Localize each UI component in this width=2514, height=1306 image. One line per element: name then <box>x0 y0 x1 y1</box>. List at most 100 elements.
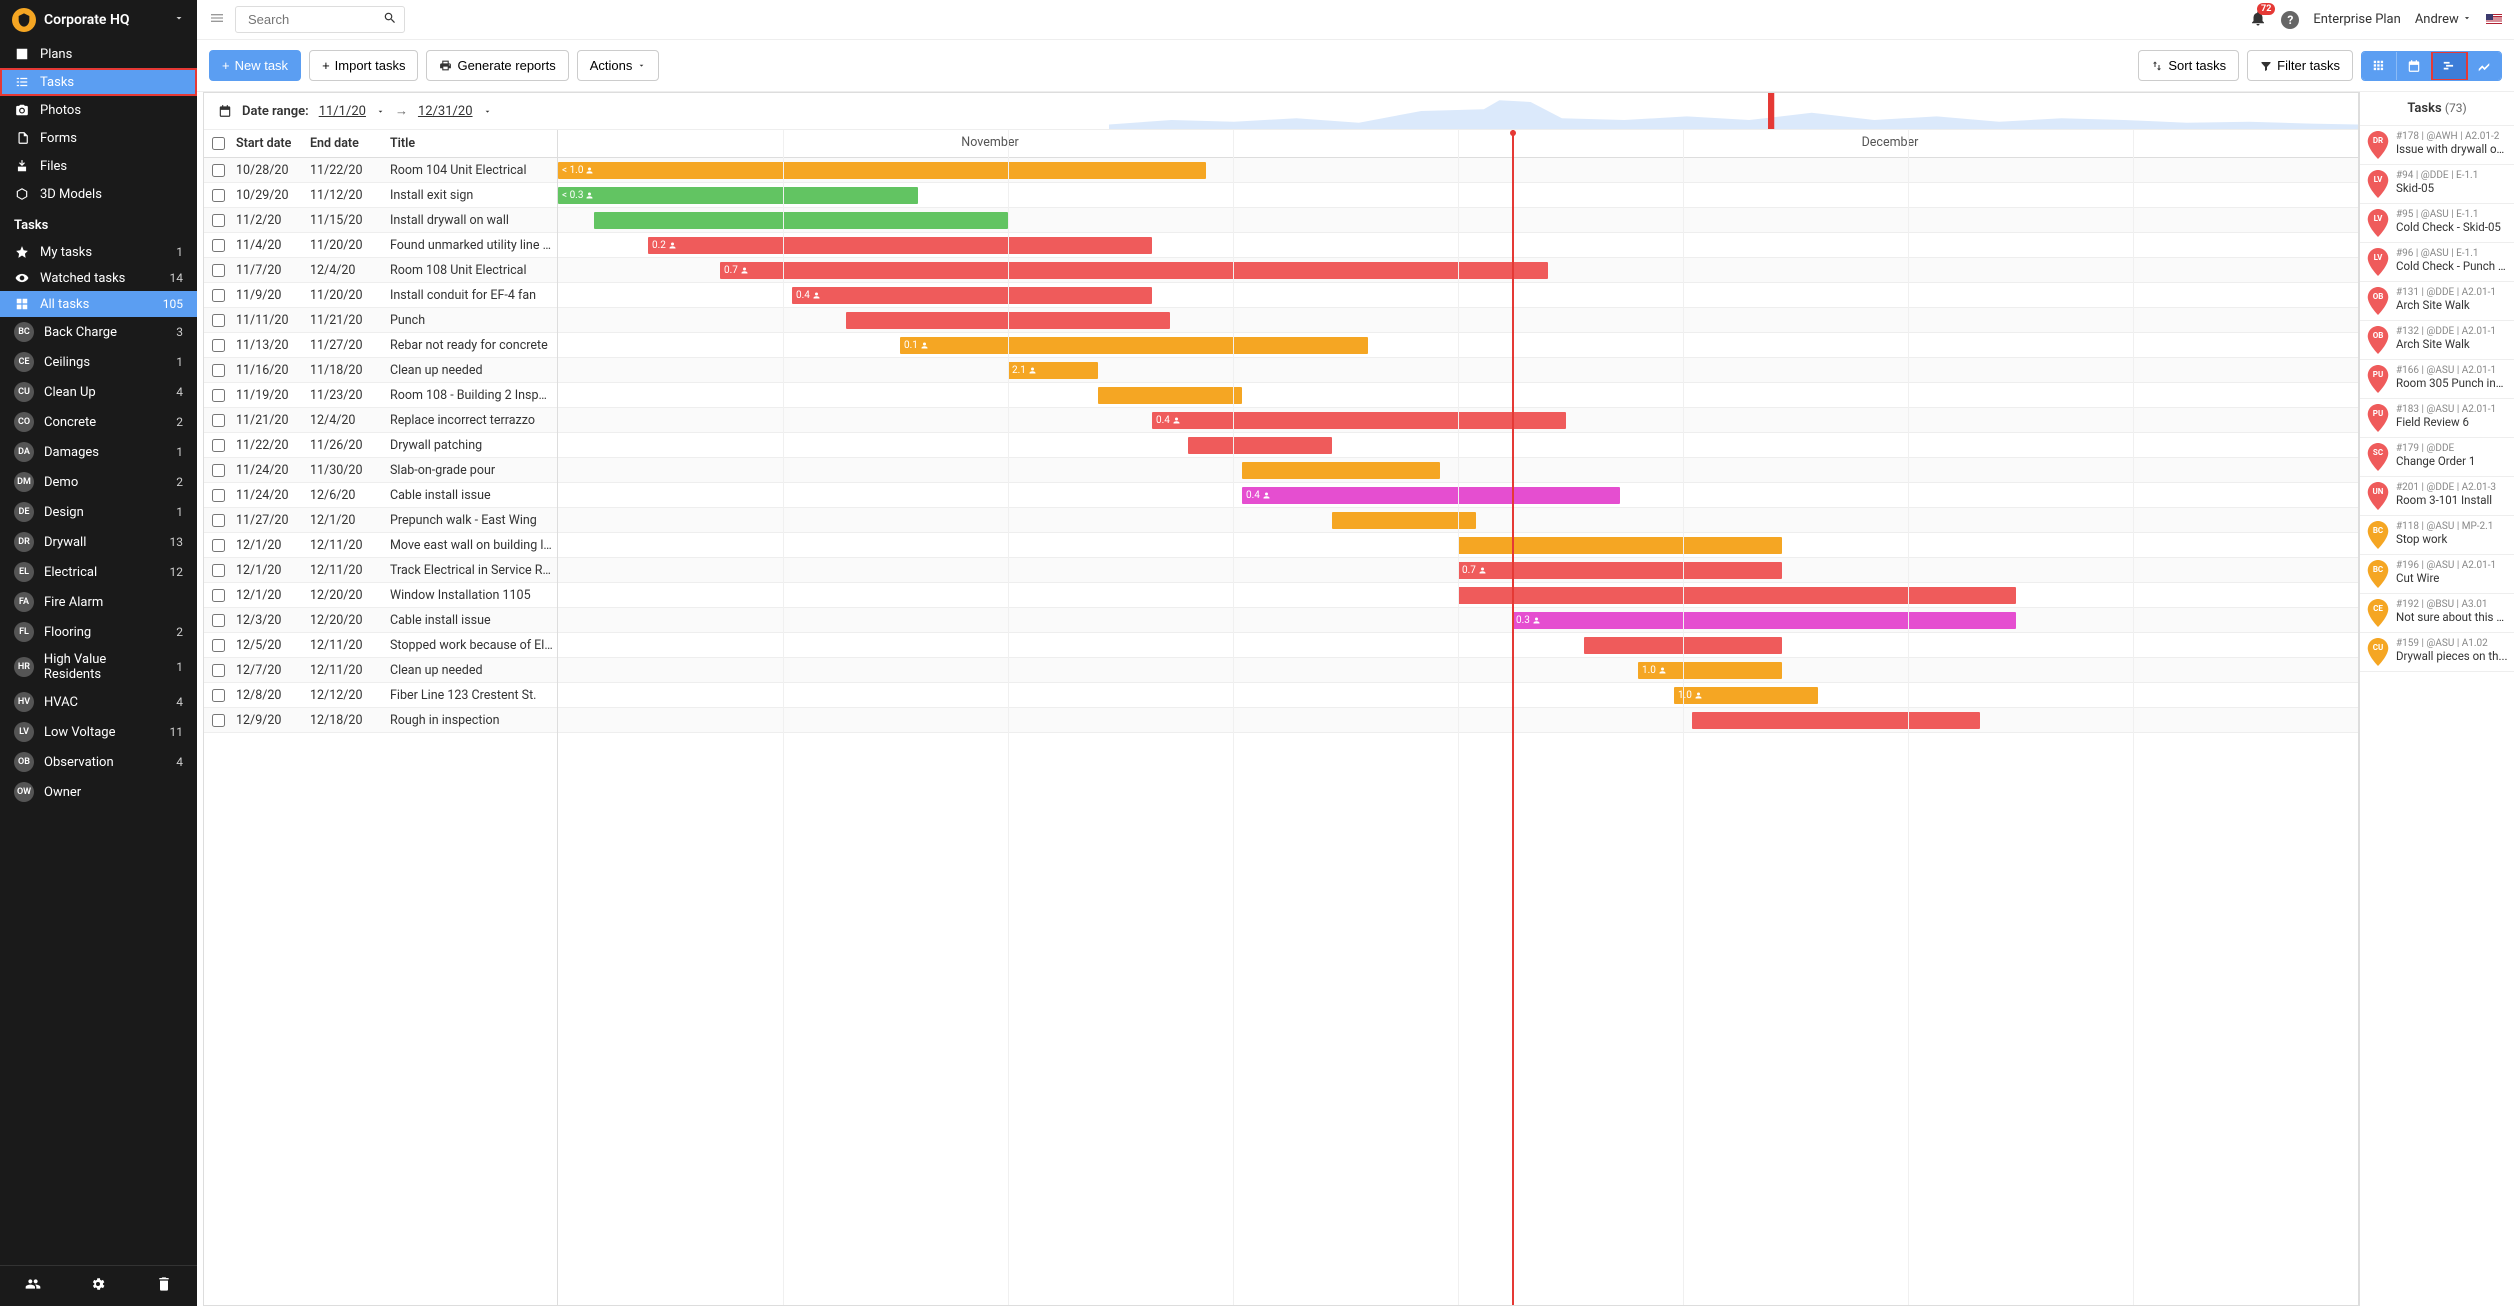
sidebar-category-back-charge[interactable]: BCBack Charge3 <box>0 317 197 347</box>
row-checkbox[interactable] <box>212 389 225 402</box>
new-task-button[interactable]: + New task <box>209 50 301 81</box>
task-panel-item[interactable]: DR #178 | @AWH | A2.01-2 Issue with dryw… <box>2360 126 2514 165</box>
table-row[interactable]: 10/29/20 11/12/20 Install exit sign <box>204 183 557 208</box>
calendar-view-button[interactable] <box>2397 52 2432 80</box>
table-row[interactable]: 12/8/20 12/12/20 Fiber Line 123 Crestent… <box>204 683 557 708</box>
grid-view-button[interactable] <box>2362 52 2397 80</box>
table-row[interactable]: 11/21/20 12/4/20 Replace incorrect terra… <box>204 408 557 433</box>
sort-tasks-button[interactable]: Sort tasks <box>2138 50 2239 81</box>
gantt-bar[interactable] <box>1692 712 1980 729</box>
row-checkbox[interactable] <box>212 439 225 452</box>
task-panel-item[interactable]: LV #94 | @DDE | E-1.1 Skid-05 <box>2360 165 2514 204</box>
table-row[interactable]: 12/9/20 12/18/20 Rough in inspection <box>204 708 557 733</box>
search-input[interactable] <box>235 6 405 33</box>
row-checkbox[interactable] <box>212 464 225 477</box>
sidebar-category-concrete[interactable]: COConcrete2 <box>0 407 197 437</box>
filter-tasks-button[interactable]: Filter tasks <box>2247 50 2353 81</box>
sidebar-filter-watched-tasks[interactable]: Watched tasks14 <box>0 265 197 291</box>
row-checkbox[interactable] <box>212 689 225 702</box>
table-row[interactable]: 11/9/20 11/20/20 Install conduit for EF-… <box>204 283 557 308</box>
gantt-bar[interactable]: 0.1 <box>900 337 1368 354</box>
table-row[interactable]: 12/7/20 12/11/20 Clean up needed <box>204 658 557 683</box>
table-row[interactable]: 12/3/20 12/20/20 Cable install issue <box>204 608 557 633</box>
gantt-bar[interactable]: 0.4 <box>792 287 1152 304</box>
sidebar-category-hvac[interactable]: HVHVAC4 <box>0 687 197 717</box>
select-all-checkbox[interactable] <box>212 137 225 150</box>
table-row[interactable]: 12/1/20 12/20/20 Window Installation 110… <box>204 583 557 608</box>
table-row[interactable]: 11/4/20 11/20/20 Found unmarked utility … <box>204 233 557 258</box>
gear-icon[interactable] <box>90 1276 106 1296</box>
actions-dropdown[interactable]: Actions <box>577 50 660 81</box>
col-start[interactable]: Start date <box>232 130 306 157</box>
gantt-bar[interactable]: 0.4 <box>1152 412 1566 429</box>
table-row[interactable]: 11/11/20 11/21/20 Punch <box>204 308 557 333</box>
row-checkbox[interactable] <box>212 189 225 202</box>
task-panel-item[interactable]: OB #132 | @DDE | A2.01-1 Arch Site Walk <box>2360 321 2514 360</box>
row-checkbox[interactable] <box>212 614 225 627</box>
row-checkbox[interactable] <box>212 639 225 652</box>
gantt-bar[interactable]: < 1.0 <box>558 162 1206 179</box>
row-checkbox[interactable] <box>212 264 225 277</box>
gantt-bar[interactable] <box>1332 512 1476 529</box>
sidebar-nav-tasks[interactable]: Tasks <box>0 68 197 96</box>
row-checkbox[interactable] <box>212 514 225 527</box>
sidebar-nav-3d-models[interactable]: 3D Models <box>0 180 197 208</box>
table-row[interactable]: 12/1/20 12/11/20 Move east wall on build… <box>204 533 557 558</box>
row-checkbox[interactable] <box>212 339 225 352</box>
sidebar-category-clean-up[interactable]: CUClean Up4 <box>0 377 197 407</box>
sidebar-nav-forms[interactable]: Forms <box>0 124 197 152</box>
task-panel-item[interactable]: BC #196 | @ASU | A2.01-1 Cut Wire <box>2360 555 2514 594</box>
task-panel-item[interactable]: LV #95 | @ASU | E-1.1 Cold Check - Skid-… <box>2360 204 2514 243</box>
gantt-bar[interactable] <box>1188 437 1332 454</box>
table-row[interactable]: 11/7/20 12/4/20 Room 108 Unit Electrical <box>204 258 557 283</box>
sidebar-category-flooring[interactable]: FLFlooring2 <box>0 617 197 647</box>
table-row[interactable]: 10/28/20 11/22/20 Room 104 Unit Electric… <box>204 158 557 183</box>
sidebar-category-low-voltage[interactable]: LVLow Voltage11 <box>0 717 197 747</box>
row-checkbox[interactable] <box>212 314 225 327</box>
table-row[interactable]: 11/13/20 11/27/20 Rebar not ready for co… <box>204 333 557 358</box>
row-checkbox[interactable] <box>212 364 225 377</box>
table-row[interactable]: 11/2/20 11/15/20 Install drywall on wall <box>204 208 557 233</box>
users-icon[interactable] <box>25 1276 41 1296</box>
gantt-bar[interactable]: 0.3 <box>1512 612 2016 629</box>
task-panel-item[interactable]: CU #159 | @ASU | A1.02 Drywall pieces on… <box>2360 633 2514 672</box>
user-menu[interactable]: Andrew <box>2415 12 2472 27</box>
gantt-bar[interactable] <box>1458 587 2016 604</box>
row-checkbox[interactable] <box>212 589 225 602</box>
row-checkbox[interactable] <box>212 214 225 227</box>
notifications-button[interactable]: 72 <box>2249 9 2267 31</box>
table-row[interactable]: 11/27/20 12/1/20 Prepunch walk - East Wi… <box>204 508 557 533</box>
row-checkbox[interactable] <box>212 714 225 727</box>
task-panel-item[interactable]: UN #201 | @DDE | A2.01-3 Room 3-101 Inst… <box>2360 477 2514 516</box>
sidebar-category-drywall[interactable]: DRDrywall13 <box>0 527 197 557</box>
gantt-bar[interactable]: 0.7 <box>720 262 1548 279</box>
gantt-bar[interactable]: 1.0 <box>1638 662 1782 679</box>
task-panel-item[interactable]: BC #118 | @ASU | MP-2.1 Stop work <box>2360 516 2514 555</box>
sidebar-category-design[interactable]: DEDesign1 <box>0 497 197 527</box>
task-panel-item[interactable]: OB #131 | @DDE | A2.01-1 Arch Site Walk <box>2360 282 2514 321</box>
row-checkbox[interactable] <box>212 489 225 502</box>
gantt-bar[interactable]: < 0.3 <box>558 187 918 204</box>
sidebar-nav-photos[interactable]: Photos <box>0 96 197 124</box>
sidebar-filter-my-tasks[interactable]: My tasks1 <box>0 239 197 265</box>
generate-reports-button[interactable]: Generate reports <box>426 50 568 81</box>
hamburger-icon[interactable] <box>209 10 225 30</box>
gantt-bar[interactable]: 0.4 <box>1242 487 1620 504</box>
table-row[interactable]: 11/16/20 11/18/20 Clean up needed <box>204 358 557 383</box>
sidebar-nav-plans[interactable]: Plans <box>0 40 197 68</box>
project-switcher[interactable]: Corporate HQ <box>0 0 197 40</box>
row-checkbox[interactable] <box>212 539 225 552</box>
row-checkbox[interactable] <box>212 239 225 252</box>
help-button[interactable]: ? <box>2281 11 2299 29</box>
table-row[interactable]: 12/1/20 12/11/20 Track Electrical in Ser… <box>204 558 557 583</box>
sidebar-filter-all-tasks[interactable]: All tasks105 <box>0 291 197 317</box>
table-row[interactable]: 11/24/20 11/30/20 Slab-on-grade pour <box>204 458 557 483</box>
chart-view-button[interactable] <box>2467 52 2501 80</box>
row-checkbox[interactable] <box>212 414 225 427</box>
sidebar-category-high-value-residents[interactable]: HRHigh Value Residents1 <box>0 647 197 687</box>
sidebar-nav-files[interactable]: Files <box>0 152 197 180</box>
sidebar-category-observation[interactable]: OBObservation4 <box>0 747 197 777</box>
date-to[interactable]: 12/31/20 <box>418 104 473 119</box>
trash-icon[interactable] <box>156 1276 172 1296</box>
sidebar-category-damages[interactable]: DADamages1 <box>0 437 197 467</box>
